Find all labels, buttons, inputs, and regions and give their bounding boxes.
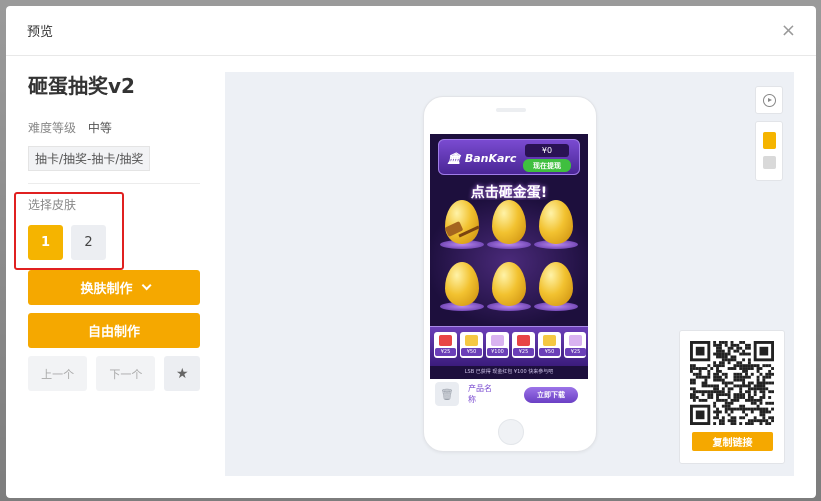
chevron-down-icon [141,280,152,291]
app-name: 产品名称 [468,384,492,404]
skin-color-swatches [755,121,783,181]
preview-area: 🏛 BanKarc ¥0 现在提现 点击砸金蛋! ¥25 ¥50 ¥100 ¥2… [225,72,794,476]
skin-highlight-box [14,192,124,270]
bank-brand: 🏛 BanKarc [447,152,516,165]
difficulty-label: 难度等级 [28,121,77,135]
prize-item: ¥25 [512,332,535,358]
prev-button[interactable]: 上一个 [28,356,88,391]
phone-speaker [496,108,526,112]
prize-item: ¥25 [564,332,586,358]
skin-swatch-yellow[interactable] [763,132,776,149]
golden-egg[interactable] [492,200,526,244]
trash-icon: 🗑 [435,382,459,406]
prize-price: ¥25 [565,348,586,356]
phone-mockup: 🏛 BanKarc ¥0 现在提现 点击砸金蛋! ¥25 ¥50 ¥100 ¥2… [423,96,597,452]
cash-out-button[interactable]: 现在提现 [523,159,571,172]
template-info-panel: 砸蛋抽奖v2 难度等级 中等 抽卡/抽奖-抽卡/抽奖 选择皮肤 1 2 换肤制作… [14,70,200,391]
app-download-bar: 🗑 产品名称 立即下载 [430,379,588,410]
phone-screen[interactable]: 🏛 BanKarc ¥0 现在提现 点击砸金蛋! ¥25 ¥50 ¥100 ¥2… [430,134,588,410]
game-headline: 点击砸金蛋! [470,185,548,201]
download-button[interactable]: 立即下载 [524,387,578,403]
reskin-button[interactable]: 换肤制作 [28,270,200,305]
prize-bar: ¥25 ¥50 ¥100 ¥25 ¥50 ¥25 [430,326,588,366]
prize-item: ¥25 [434,332,457,358]
golden-egg[interactable] [492,262,526,306]
reskin-button-label: 换肤制作 [80,282,133,297]
top-banner: 🏛 BanKarc ¥0 现在提现 [438,139,580,175]
skin-swatch-gray[interactable] [763,156,776,169]
prize-price: ¥100 [487,348,508,356]
prize-price: ¥25 [513,348,534,356]
prize-item: ¥50 [538,332,561,358]
bank-brand-name: BanKarc [464,152,517,165]
qr-code [690,341,774,425]
modal-header: 预览 × [6,6,816,56]
preview-toolbar [755,86,783,181]
template-name: 砸蛋抽奖v2 [28,74,135,98]
bank-icon: 🏛 [447,152,461,165]
hammer-icon [444,221,480,238]
phone-home-button [498,419,524,445]
difficulty-row: 难度等级 中等 [28,119,200,136]
golden-egg[interactable] [539,200,573,244]
next-button[interactable]: 下一个 [96,356,156,391]
prize-price: ¥50 [461,348,482,356]
copy-link-button[interactable]: 复制链接 [692,432,773,451]
prize-price: ¥50 [539,348,560,356]
modal-title: 预览 [27,25,54,40]
qr-card: 复制链接 [679,330,785,464]
balance-display: ¥0 [525,144,569,157]
golden-egg[interactable] [539,262,573,306]
winner-ticker: LSB 已获得 现金红包 ¥100 快来参与吧 [430,367,588,377]
egg-stage [430,200,588,324]
free-make-button[interactable]: 自由制作 [28,313,200,348]
replay-icon[interactable] [755,86,783,114]
category-tag: 抽卡/抽奖-抽卡/抽奖 [28,146,151,171]
favorite-star-icon[interactable]: ★ [164,356,200,391]
golden-egg[interactable] [445,262,479,306]
close-icon[interactable]: × [781,20,796,41]
prize-item: ¥100 [486,332,509,358]
nav-row: 上一个 下一个 ★ [28,356,200,391]
preview-modal: 预览 × 砸蛋抽奖v2 难度等级 中等 抽卡/抽奖-抽卡/抽奖 选择皮肤 1 2… [6,6,816,498]
difficulty-value: 中等 [87,121,112,135]
divider [28,183,200,184]
prize-price: ¥25 [435,348,456,356]
prize-item: ¥50 [460,332,483,358]
